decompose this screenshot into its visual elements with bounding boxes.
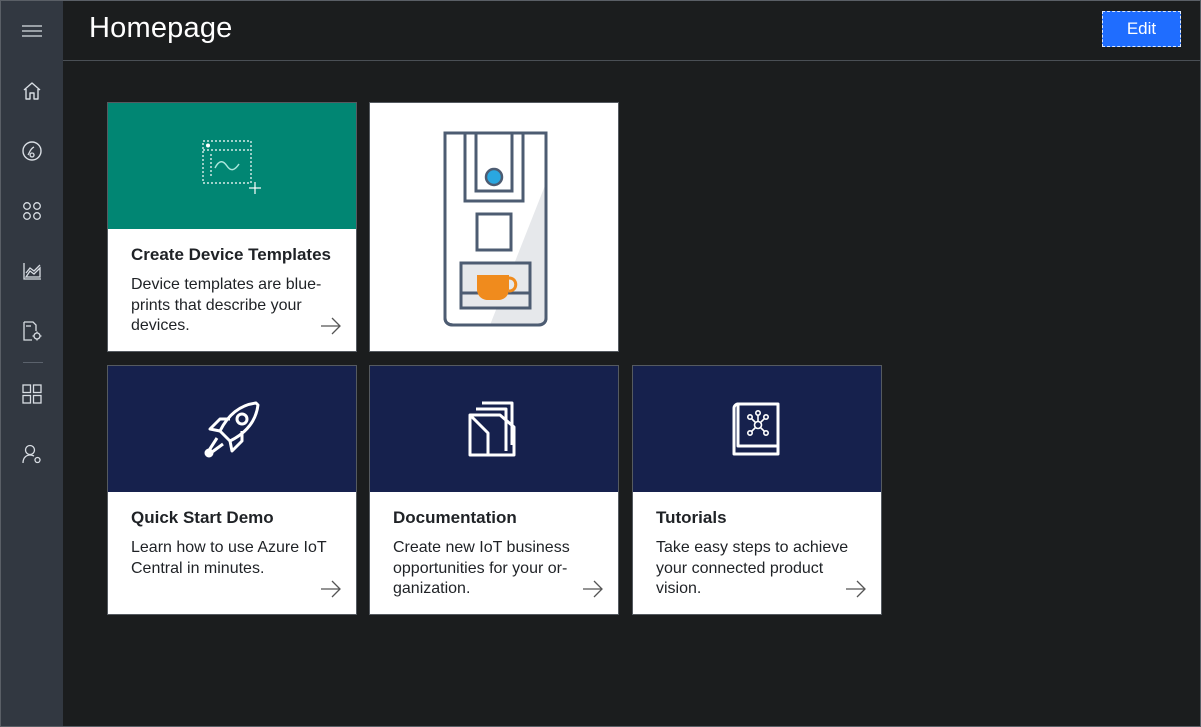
nav-analytics[interactable] — [1, 249, 63, 293]
app-builder-icon — [22, 384, 42, 404]
book-icon — [732, 402, 780, 456]
tile-banner — [108, 366, 356, 492]
nav-jobs[interactable] — [1, 309, 63, 353]
tile-description: Take easy steps to achieve your connecte… — [656, 539, 849, 597]
tile-create-device-templates[interactable]: Create Device Templates Device templates… — [107, 102, 357, 352]
arrow-right-icon[interactable] — [320, 580, 342, 598]
tile-documentation[interactable]: Documentation Create new IoT business op… — [369, 365, 619, 615]
rail-divider — [23, 362, 43, 363]
coffee-machine-image — [443, 131, 548, 327]
analytics-icon — [23, 263, 41, 280]
page-header: Homepage Edit — [63, 1, 1200, 61]
jobs-icon — [23, 321, 42, 341]
rocket-icon — [204, 401, 260, 458]
tile-quick-start-demo[interactable]: Quick Start Demo Learn how to use Azure … — [107, 365, 357, 615]
nav-home[interactable] — [1, 69, 63, 113]
tile-banner — [633, 366, 881, 492]
administration-icon — [22, 444, 41, 464]
tile-description: Create new IoT business opportunities fo… — [393, 539, 570, 597]
nav-device-sets[interactable] — [1, 189, 63, 233]
tile-coffee-machine[interactable] — [369, 102, 619, 352]
arrow-right-icon[interactable] — [320, 317, 342, 335]
menu-icon — [22, 25, 42, 37]
nav-administration[interactable] — [1, 432, 63, 476]
nav-app-builder[interactable] — [1, 372, 63, 416]
page-title: Homepage — [89, 12, 233, 44]
tile-banner — [370, 366, 618, 492]
edit-button[interactable]: Edit — [1102, 11, 1181, 47]
tile-banner — [108, 103, 356, 229]
tile-title: Create Device Templates — [131, 245, 332, 264]
tile-tutorials[interactable]: Tutorials Take easy steps to achieve you… — [632, 365, 882, 615]
app-window: Homepage Edit Create Device Templates De… — [0, 0, 1201, 727]
tile-title: Tutorials — [656, 508, 727, 527]
tile-title: Documentation — [393, 508, 517, 527]
nav-device-explorer[interactable] — [1, 129, 63, 173]
device-template-icon — [202, 140, 261, 194]
documents-icon — [468, 401, 516, 457]
tile-title: Quick Start Demo — [131, 508, 274, 527]
tile-description: Learn how to use Azure IoT Central in mi… — [131, 539, 327, 577]
left-nav-rail — [1, 1, 63, 726]
menu-button[interactable] — [1, 9, 63, 53]
device-explorer-icon — [22, 141, 42, 161]
arrow-right-icon[interactable] — [582, 580, 604, 598]
arrow-right-icon[interactable] — [845, 580, 867, 598]
tile-description: Device templates are blue-prints that de… — [131, 276, 322, 334]
home-icon — [23, 82, 41, 100]
device-sets-icon — [23, 202, 41, 220]
